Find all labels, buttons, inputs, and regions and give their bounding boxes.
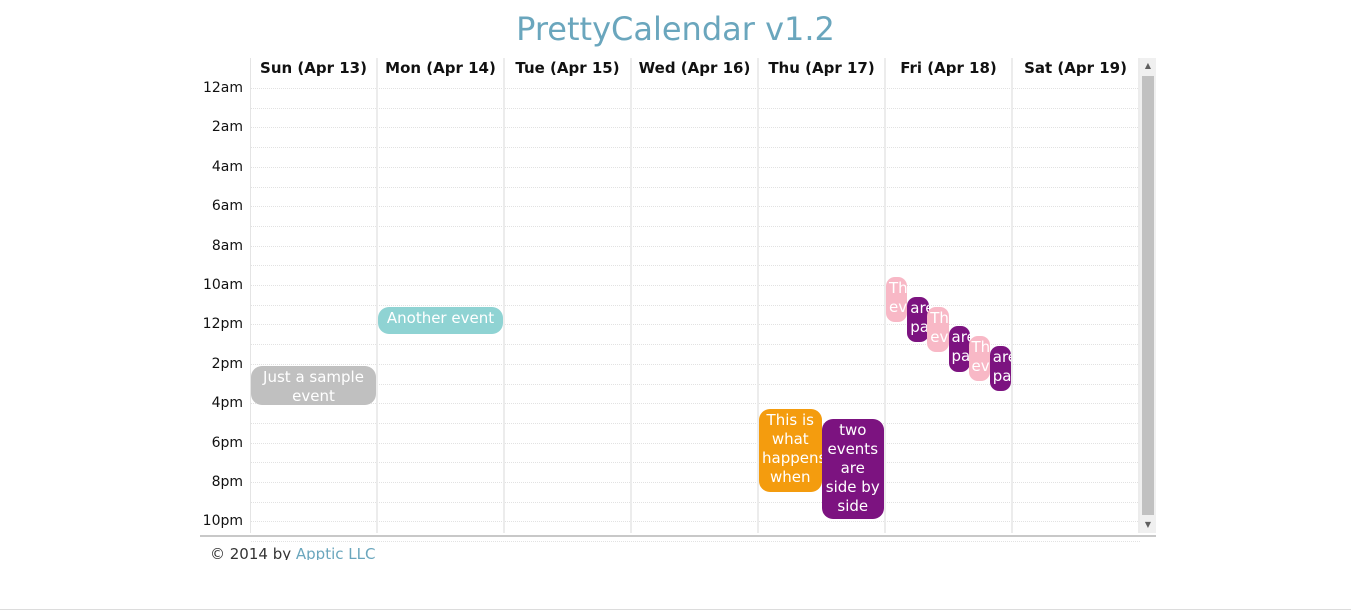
day-column[interactable]: Sun (Apr 13) [251,58,378,533]
vertical-scrollbar[interactable]: ▲ ▼ [1140,58,1156,533]
day-header[interactable]: Sat (Apr 19) [1013,58,1138,78]
hour-label: 8am [211,237,243,254]
day-column[interactable]: Mon (Apr 14) [378,58,505,533]
calendar-event[interactable]: This event [927,306,949,352]
day-column[interactable]: Sat (Apr 19) [1013,58,1140,533]
day-header[interactable]: Mon (Apr 14) [378,58,503,78]
hour-label: 10am [202,277,243,293]
calendar-grid: Sun (Apr 13) Mon (Apr 14) Tue (Apr 15) Wed … [250,58,1140,543]
calendar-event[interactable]: are partly [948,326,970,372]
calendar-event[interactable]: two events are side by side [821,418,884,520]
calendar-event[interactable]: This is what happens when [759,408,822,492]
page-bottom-rule [0,609,1351,610]
calendar-event[interactable]: This event [886,277,908,323]
hour-label: 8pm [211,474,243,490]
footer-copyright: © 2014 by [210,545,296,560]
calendar-event[interactable]: are partly [907,296,929,342]
footer-company-link[interactable]: Apptic LLC [296,545,376,560]
calendar-event[interactable]: are partly [989,345,1011,392]
day-header[interactable]: Fri (Apr 18) [886,58,1011,78]
hour-label: 12pm [202,316,243,333]
day-header[interactable]: Thu (Apr 17) [759,58,884,78]
scroll-down-arrow-icon[interactable]: ▼ [1140,517,1156,533]
hour-label: 2am [211,119,243,136]
calendar-event[interactable]: Just a sample event [251,365,376,406]
day-header[interactable]: Tue (Apr 15) [505,58,630,78]
page-title: PrettyCalendar v1.2 [516,10,835,48]
scroll-thumb[interactable] [1142,76,1154,515]
day-header[interactable]: Sun (Apr 13) [251,58,376,78]
footer: © 2014 by Apptic LLC [210,542,610,560]
hour-label: 6am [211,198,243,215]
scroll-up-arrow-icon[interactable]: ▲ [1140,58,1156,74]
hour-label: 2pm [211,355,243,372]
day-header[interactable]: Wed (Apr 16) [632,58,757,78]
week-calendar: 12am 2am 4am 6am 8am 10am 12pm 2pm 4pm 6pm 8pm 10pm… [200,58,1156,543]
calendar-event[interactable]: Another event [378,306,503,335]
calendar-event[interactable]: This event [968,336,990,382]
hour-label: 6pm [211,434,243,451]
hour-label: 4pm [211,395,243,412]
hour-label: 4am [211,158,243,175]
day-column[interactable]: Tue (Apr 15) [505,58,632,533]
hour-label: 12am [202,80,243,96]
hour-label: 10pm [202,513,243,530]
day-column[interactable]: Wed (Apr 16) [632,58,759,533]
hour-gutter: 12am 2am 4am 6am 8am 10am 12pm 2pm 4pm 6pm 8pm 10pm [200,58,249,533]
